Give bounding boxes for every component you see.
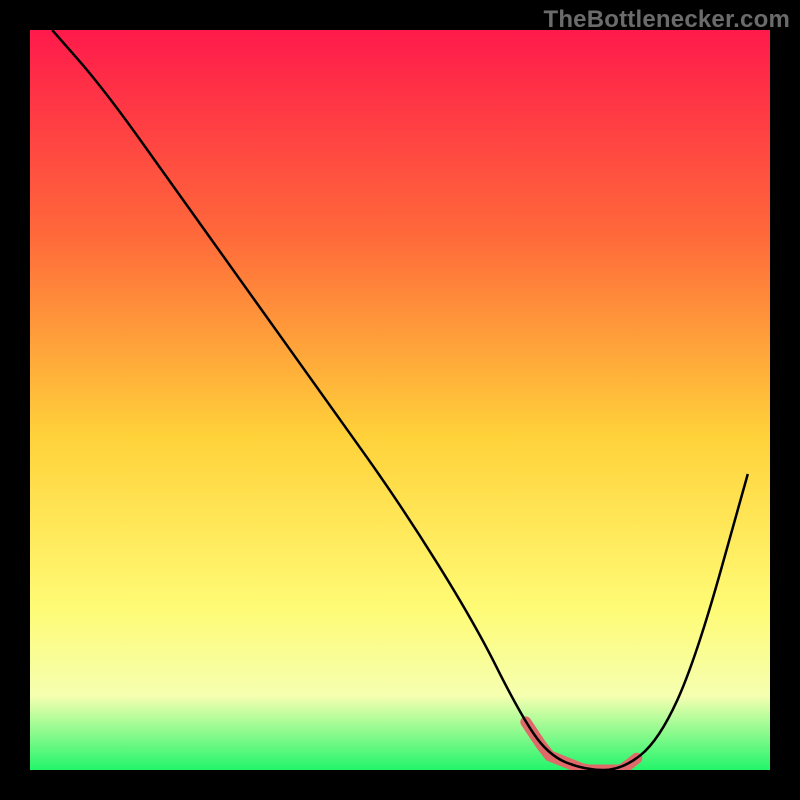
watermark-text: TheBottlenecker.com bbox=[543, 6, 790, 34]
bottleneck-chart bbox=[30, 30, 770, 770]
chart-frame bbox=[30, 30, 770, 770]
